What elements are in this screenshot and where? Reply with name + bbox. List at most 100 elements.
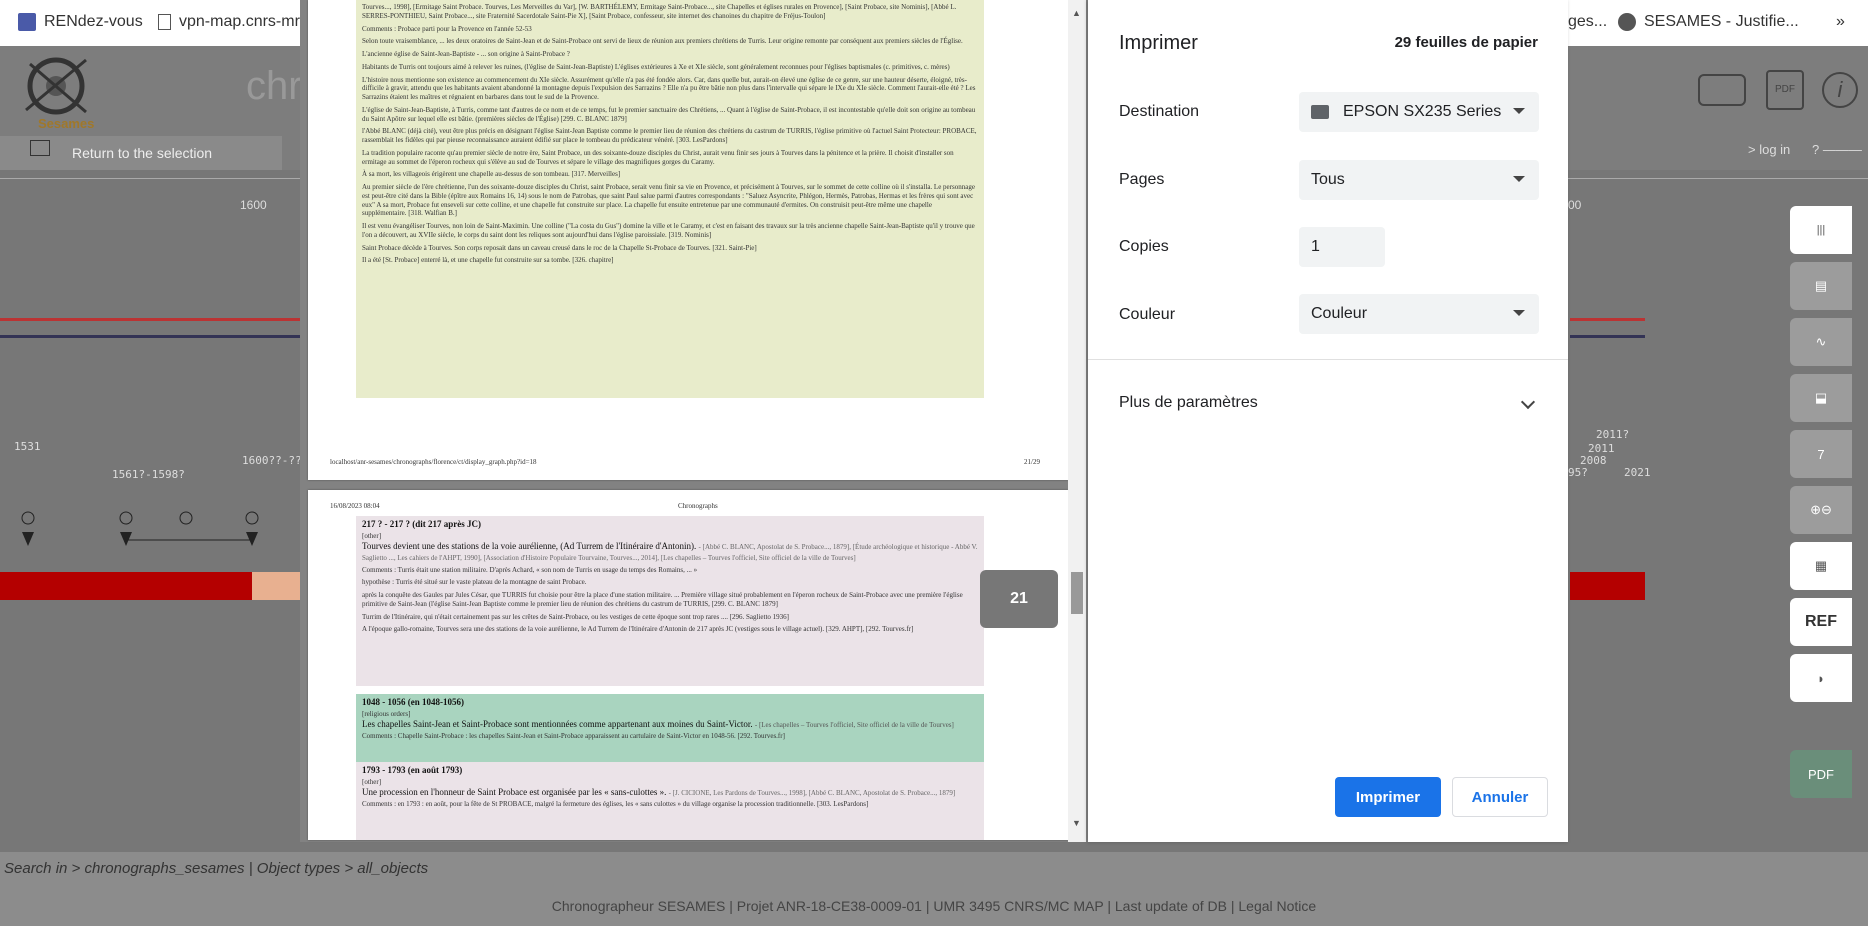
entry-summary: Une procession en l'honneur de Saint Pro… [362,787,667,797]
bookmark-label: ges... [1568,13,1608,30]
entry-comments-block: Tourves..., 1998], [Ermitage Saint Proba… [356,0,984,398]
cancel-button-label: Annuler [1471,788,1529,806]
grid-icon [18,13,36,31]
list-view-button[interactable]: ▤ [1790,262,1852,310]
track-lines [1570,318,1645,338]
entry-type: [other] [362,778,382,787]
return-to-selection-button[interactable]: Return to the selection [0,136,282,170]
track-lines [0,318,300,338]
overflow-label: » [1836,13,1845,30]
cancel-button[interactable]: Annuler [1452,777,1548,817]
list-icon [30,140,50,156]
sesames-logo[interactable]: Sesames [16,50,106,131]
globe-icon [1618,13,1636,31]
pages-select[interactable]: Tous [1299,160,1539,200]
bookmark-vpn-map[interactable]: vpn-map.cnrs-mrs [158,13,308,31]
entry-comment: Comments : en 1793 : en août, pour la fê… [362,800,869,809]
bookmark-label: SESAMES - Justifie... [1644,13,1799,30]
paragraph: Comments : Probace parti pour la Provenc… [362,24,532,33]
event-markers[interactable] [0,510,300,580]
page-date: 16/08/2023 08:04 [330,502,380,510]
entry-heading: 1048 - 1056 (en 1048-1056) [362,697,464,707]
more-settings-toggle[interactable]: Plus de paramètres [1119,394,1539,418]
entry-block: 1793 - 1793 (en août 1793) [other] Une p… [356,762,984,840]
entry-comment: hypothèse : Turris été situé sur le vast… [362,578,587,587]
login-link[interactable]: > log in [1748,142,1790,157]
entry-block: 1048 - 1056 (en 1048-1056) [religious or… [356,694,984,762]
bookmarks-overflow-button[interactable]: » [1836,13,1845,31]
bookmark-label: RENdez-vous [44,13,143,30]
ref-button[interactable]: REF [1790,598,1852,646]
color-label: Couleur [1119,306,1176,323]
paragraph: À sa mort, les villageois érigèrent une … [362,170,621,179]
paragraph: L'ancienne église de Saint-Jean-Baptiste… [362,50,570,58]
zoom-buttons[interactable]: ⊕⊖ [1790,486,1852,534]
paragraph: Habitants de Turris ont toujours aimé à … [362,62,950,71]
date-label: 1600??-?? [242,454,302,467]
bookmark-rendezvous[interactable]: RENdez-vous [18,13,143,31]
date-label: 1561?-1598? [112,468,185,481]
paragraph: Il a été [St. Probace] enterré là, et un… [362,256,614,265]
entry-type: [religious orders] [362,710,411,719]
chevron-down-icon [1513,176,1525,182]
entry-type: [other] [362,532,382,541]
document-icon[interactable]: ▦ [1790,542,1852,590]
paragraph: La tradition populaire raconte qu'au pre… [362,148,954,166]
chevron-down-icon [1520,394,1536,410]
entry-comment: Turrim de l'Itinéraire, qui n'était cert… [362,612,789,621]
copies-input[interactable]: 1 [1299,227,1385,267]
tool-button[interactable]: ⬓ [1790,374,1852,422]
date-label: 95? [1568,466,1588,479]
entry-comment: Comments : Turris était une station mili… [362,565,698,574]
date-label: 2021 [1624,466,1651,479]
scroll-down-arrow[interactable]: ▼ [1072,818,1081,828]
dialog-title: Imprimer [1119,32,1198,54]
entry-summary: Tourves devient une des stations de la v… [362,541,697,551]
color-value: Couleur [1311,305,1368,322]
pdf-button[interactable]: PDF [1790,750,1852,798]
preview-page: Tourves..., 1998], [Ermitage Saint Proba… [308,0,1068,480]
copies-value: 1 [1311,238,1320,255]
destination-select[interactable]: EPSON SX235 Series [1299,92,1539,132]
print-preview[interactable]: Tourves..., 1998], [Ermitage Saint Proba… [300,0,1088,842]
chevron-down-icon [1513,310,1525,316]
color-select[interactable]: Couleur [1299,294,1539,334]
paragraph: Tourves..., 1998], [Ermitage Saint Proba… [362,3,957,20]
scroll-up-arrow[interactable]: ▲ [1072,8,1081,18]
sheet-count: 29 feuilles de papier [1394,34,1538,51]
search-text: Search in > chronographs_sesames | Objec… [4,860,429,877]
preview-scrollbar[interactable]: ▲ ▼ [1068,0,1086,842]
page-indicator-badge: 21 [980,570,1058,628]
timeline-view-button[interactable]: ||| [1790,206,1852,254]
dialog-divider [1088,359,1568,360]
graph-view-button[interactable]: ∿ [1790,318,1852,366]
page-number: 21/29 [1024,458,1040,466]
entry-comment: A l'époque gallo-romaine, Tourves sera u… [362,625,914,634]
event-bar[interactable] [1570,572,1645,600]
helmet-icon[interactable]: ◗ [1790,654,1852,702]
paragraph: l'Abbé BLANC (déjà cité), veut être plus… [362,127,977,144]
entry-summary: Les chapelles Saint-Jean et Saint-Probac… [362,719,753,729]
page-footer-url: localhost/anr-sesames/chronographs/flore… [330,458,537,466]
paragraph: Il est venu évangéliser Tourves, non loi… [362,222,975,239]
info-icon[interactable]: i [1822,72,1858,108]
calendar-icon[interactable]: 7 [1790,430,1852,478]
paragraph: Saint Probace décède à Tourves. Son corp… [362,243,757,252]
entry-comment: Comments : Chapelle Saint-Probace : les … [362,732,785,741]
destination-label: Destination [1119,103,1200,120]
year-label: 00 [1568,198,1582,212]
entry-heading: 217 ? - 217 ? (dit 217 après JC) [362,519,481,529]
scroll-thumb[interactable] [1071,572,1083,614]
entry-comment: après la conquête des Gaules par Jules C… [362,591,963,608]
page-indicator-number: 21 [1010,590,1028,607]
search-breadcrumb: Search in > chronographs_sesames | Objec… [0,852,1868,886]
keyboard-icon[interactable] [1698,74,1746,106]
bookmark-sesames[interactable]: SESAMES - Justifie... [1618,13,1799,31]
pdf-export-icon[interactable]: PDF [1766,70,1804,110]
destination-value: EPSON SX235 Series [1343,103,1502,120]
pages-label: Pages [1119,171,1165,188]
bookmark-partial[interactable]: ges... [1568,13,1607,31]
help-link[interactable]: ? ——— [1812,142,1862,157]
entry-refs: - [Les chapelles – Tourves l'officiel, S… [754,721,954,729]
print-button[interactable]: Imprimer [1335,777,1441,817]
